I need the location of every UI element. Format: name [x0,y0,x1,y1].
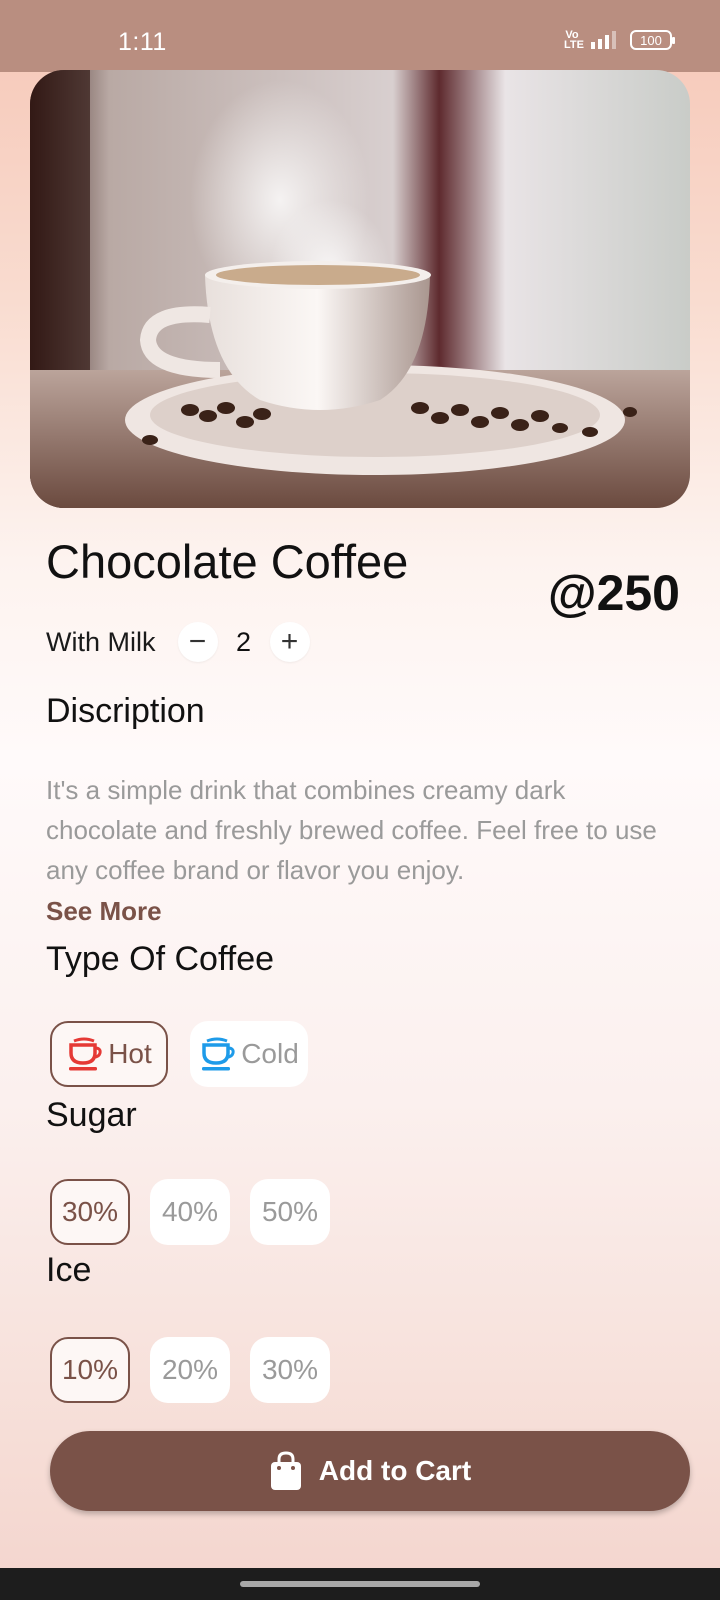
milk-quantity-row: With Milk − 2 + [46,620,310,664]
ice-heading: Ice [46,1251,92,1289]
minus-icon: − [188,625,207,658]
increase-quantity-button[interactable]: + [269,622,310,662]
milk-label: With Milk [46,626,156,657]
cold-cup-icon [199,1036,235,1072]
sugar-option-40[interactable]: 40% [150,1179,230,1245]
sugar-heading: Sugar [46,1096,137,1134]
product-image [30,70,690,508]
ice-option-30[interactable]: 30% [250,1337,330,1403]
ice-option-10[interactable]: 10% [50,1337,130,1403]
product-price: @250 [547,565,680,621]
sugar-option-30[interactable]: 30% [50,1179,130,1245]
quantity-value: 2 [235,626,252,657]
navigation-bar [0,1568,720,1600]
plus-icon: + [280,625,299,658]
description-heading: Discription [46,692,205,730]
volte-icon: Vo LTE [564,29,584,51]
battery-icon: 100 [630,30,675,50]
sugar-option-label: 50% [261,1196,319,1227]
see-more-link[interactable]: See More [46,896,162,927]
ice-option-label: 30% [261,1354,319,1385]
coffee-type-heading: Type Of Coffee [46,940,275,978]
sugar-option-label: 40% [161,1196,219,1227]
coffee-type-hot-chip[interactable]: Hot [50,1021,168,1087]
description-text: It's a simple drink that combines creamy… [46,775,657,885]
ice-option-label: 20% [161,1354,219,1385]
status-bar: 1:11 Vo LTE 100 [0,0,720,72]
coffee-type-cold-chip[interactable]: Cold [190,1021,308,1087]
coffee-type-hot-label: Hot [108,1038,152,1069]
sugar-option-50[interactable]: 50% [250,1179,330,1245]
ice-option-label: 10% [61,1354,119,1385]
signal-icon [591,31,616,49]
battery-level: 100 [640,32,662,48]
ice-option-20[interactable]: 20% [150,1337,230,1403]
status-time: 1:11 [118,28,167,56]
decrease-quantity-button[interactable]: − [177,622,218,662]
home-gesture-handle[interactable] [240,1581,480,1587]
sugar-option-label: 30% [61,1196,119,1227]
add-to-cart-label: Add to Cart [318,1455,472,1486]
status-icons: Vo LTE 100 [564,29,675,51]
coffee-type-cold-label: Cold [241,1038,299,1069]
hot-cup-icon [66,1036,102,1072]
coffee-cup-illustration [30,70,690,508]
product-title: Chocolate Coffee [46,535,409,588]
add-to-cart-button[interactable]: Add to Cart [50,1431,690,1511]
shopping-bag-icon [269,1451,303,1491]
